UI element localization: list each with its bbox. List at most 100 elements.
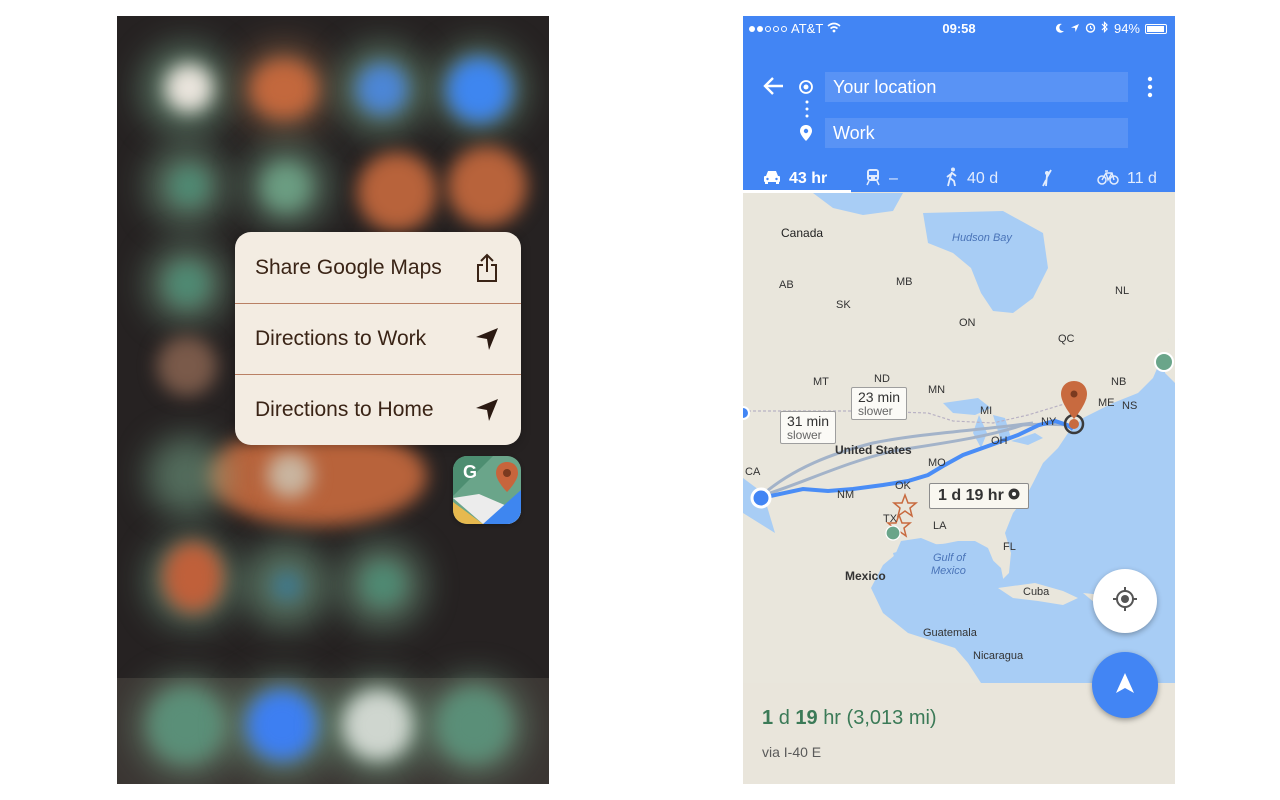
bike-time: 11 d bbox=[1127, 170, 1157, 187]
hail-icon bbox=[1039, 167, 1055, 192]
map-label-nm: NM bbox=[837, 489, 855, 501]
map-label-la: LA bbox=[933, 520, 947, 532]
map-label-canada: Canada bbox=[781, 226, 824, 240]
navigation-arrow-icon bbox=[473, 395, 501, 425]
map-label-fl: FL bbox=[1003, 541, 1016, 553]
map-label-mi: MI bbox=[980, 405, 993, 417]
blurred-app-icon bbox=[171, 168, 207, 204]
map-label-ab: AB bbox=[779, 279, 794, 291]
blurred-app-halo bbox=[147, 436, 227, 516]
blurred-app-icon bbox=[363, 564, 403, 604]
origin-input[interactable]: Your location bbox=[825, 72, 1128, 102]
walk-icon bbox=[945, 167, 959, 192]
battery-icon bbox=[1145, 23, 1167, 34]
map-label-cuba: Cuba bbox=[1023, 586, 1050, 598]
navigation-arrow-icon bbox=[473, 324, 501, 354]
map-label-united-states: United States bbox=[835, 443, 912, 457]
svg-text:G: G bbox=[463, 462, 477, 482]
travel-mode-tabs: 43 hr – 40 d 11 d bbox=[743, 166, 1175, 192]
map-label-me: ME bbox=[1098, 397, 1115, 409]
map-label-mexico: Mexico bbox=[845, 569, 886, 583]
train-icon bbox=[865, 168, 881, 191]
route-connector-dots bbox=[805, 99, 809, 124]
quick-action-label: Directions to Work bbox=[255, 327, 427, 350]
tab-drive[interactable]: 43 hr bbox=[763, 166, 827, 192]
map-label-ns: NS bbox=[1122, 400, 1138, 412]
back-arrow-icon[interactable] bbox=[763, 76, 785, 101]
quick-action-label: Directions to Home bbox=[255, 398, 434, 421]
blurred-dock-icon bbox=[343, 690, 413, 760]
quick-action-share[interactable]: Share Google Maps bbox=[235, 232, 521, 303]
map-label-nl: NL bbox=[1115, 285, 1130, 297]
duration-hours-value: 19 bbox=[795, 707, 818, 729]
tab-walk[interactable]: 40 d bbox=[945, 166, 998, 192]
quick-action-directions-home[interactable]: Directions to Home bbox=[235, 374, 521, 445]
alt-route-bubble-2[interactable]: 23 min slower bbox=[851, 387, 908, 421]
bluetooth-icon bbox=[1101, 21, 1109, 36]
map-label-guatemala: Guatemala bbox=[923, 627, 977, 639]
map-label-nicaragua: Nicaragua bbox=[973, 650, 1024, 662]
alt-route-note: slower bbox=[787, 427, 822, 442]
blurred-dock-icon bbox=[439, 690, 509, 760]
more-options-icon[interactable] bbox=[1147, 76, 1153, 103]
blurred-app-icon bbox=[163, 542, 223, 612]
route-distance: (3,013 mi) bbox=[846, 707, 937, 729]
my-location-button[interactable] bbox=[1093, 569, 1157, 633]
map-label-on: ON bbox=[959, 317, 976, 329]
share-icon bbox=[473, 253, 501, 283]
quick-action-label: Share Google Maps bbox=[255, 255, 442, 279]
blurred-dock-icon bbox=[247, 690, 317, 760]
map-label-hudson-bay: Hudson Bay bbox=[952, 232, 1012, 244]
alt-route-time: 31 min bbox=[787, 413, 830, 429]
blurred-app-icon bbox=[251, 60, 317, 118]
google-maps-directions-screen: AT&T 09:58 94% Your location Work 43 hr … bbox=[743, 16, 1175, 784]
origin-dot-icon bbox=[798, 79, 814, 100]
destination-input[interactable]: Work bbox=[825, 118, 1128, 148]
map-label-mb: MB bbox=[896, 276, 913, 288]
walk-time: 40 d bbox=[967, 170, 999, 187]
toll-icon bbox=[1008, 487, 1020, 505]
start-navigation-button[interactable] bbox=[1092, 652, 1158, 718]
destination-pin-icon bbox=[799, 124, 813, 147]
transit-time: – bbox=[889, 170, 898, 187]
drive-time: 43 hr bbox=[789, 170, 828, 187]
alt-route-note: slower bbox=[858, 403, 893, 418]
alt-route-bubble-1[interactable]: 31 min slower bbox=[780, 411, 837, 445]
map-label-sk: SK bbox=[836, 299, 851, 311]
blurred-app-icon bbox=[263, 164, 309, 210]
car-icon bbox=[763, 169, 781, 190]
blurred-app-icon bbox=[447, 146, 527, 226]
map-label-ca: CA bbox=[745, 466, 761, 478]
tab-ride[interactable] bbox=[1039, 166, 1063, 192]
map-label-ok: OK bbox=[895, 480, 911, 492]
moon-icon bbox=[1055, 21, 1065, 36]
primary-route-time: 1 d 19 hr bbox=[938, 487, 1004, 504]
blurred-app-icon bbox=[357, 64, 407, 114]
route-summary: 1 d 19 hr (3,013 mi) bbox=[762, 707, 937, 730]
duration-days-unit: d bbox=[778, 707, 790, 729]
map-label-mo: MO bbox=[928, 457, 946, 469]
duration-hours-unit: hr bbox=[823, 707, 841, 729]
map-label-mt: MT bbox=[813, 376, 829, 388]
map-label-nb: NB bbox=[1111, 376, 1127, 388]
tab-bike[interactable]: 11 d bbox=[1097, 166, 1157, 192]
google-maps-app-icon[interactable]: G bbox=[453, 456, 521, 524]
map-label-mn: MN bbox=[928, 384, 946, 396]
status-bar: AT&T 09:58 94% bbox=[743, 16, 1175, 42]
tab-transit[interactable]: – bbox=[865, 166, 898, 192]
blurred-app-icon bbox=[357, 152, 437, 232]
duration-days-value: 1 bbox=[762, 707, 774, 729]
blurred-app-icon bbox=[273, 572, 301, 600]
map-label-gulf-of-mexico: Gulf of bbox=[933, 552, 966, 564]
location-services-icon bbox=[1070, 21, 1080, 36]
quick-action-directions-work[interactable]: Directions to Work bbox=[235, 303, 521, 374]
directions-header: Your location Work 43 hr – 40 d 11 d bbox=[743, 42, 1175, 192]
navigation-arrow-icon bbox=[1114, 671, 1136, 700]
quick-action-menu: Share Google Maps Directions to Work Dir… bbox=[235, 232, 521, 445]
primary-route-bubble[interactable]: 1 d 19 hr bbox=[929, 483, 1029, 509]
alarm-icon bbox=[1085, 21, 1096, 36]
home-screen-3d-touch: Share Google Maps Directions to Work Dir… bbox=[117, 16, 549, 784]
blurred-app-icon bbox=[447, 58, 511, 122]
map-label-nd: ND bbox=[874, 373, 890, 385]
blurred-app-icon bbox=[267, 452, 313, 498]
